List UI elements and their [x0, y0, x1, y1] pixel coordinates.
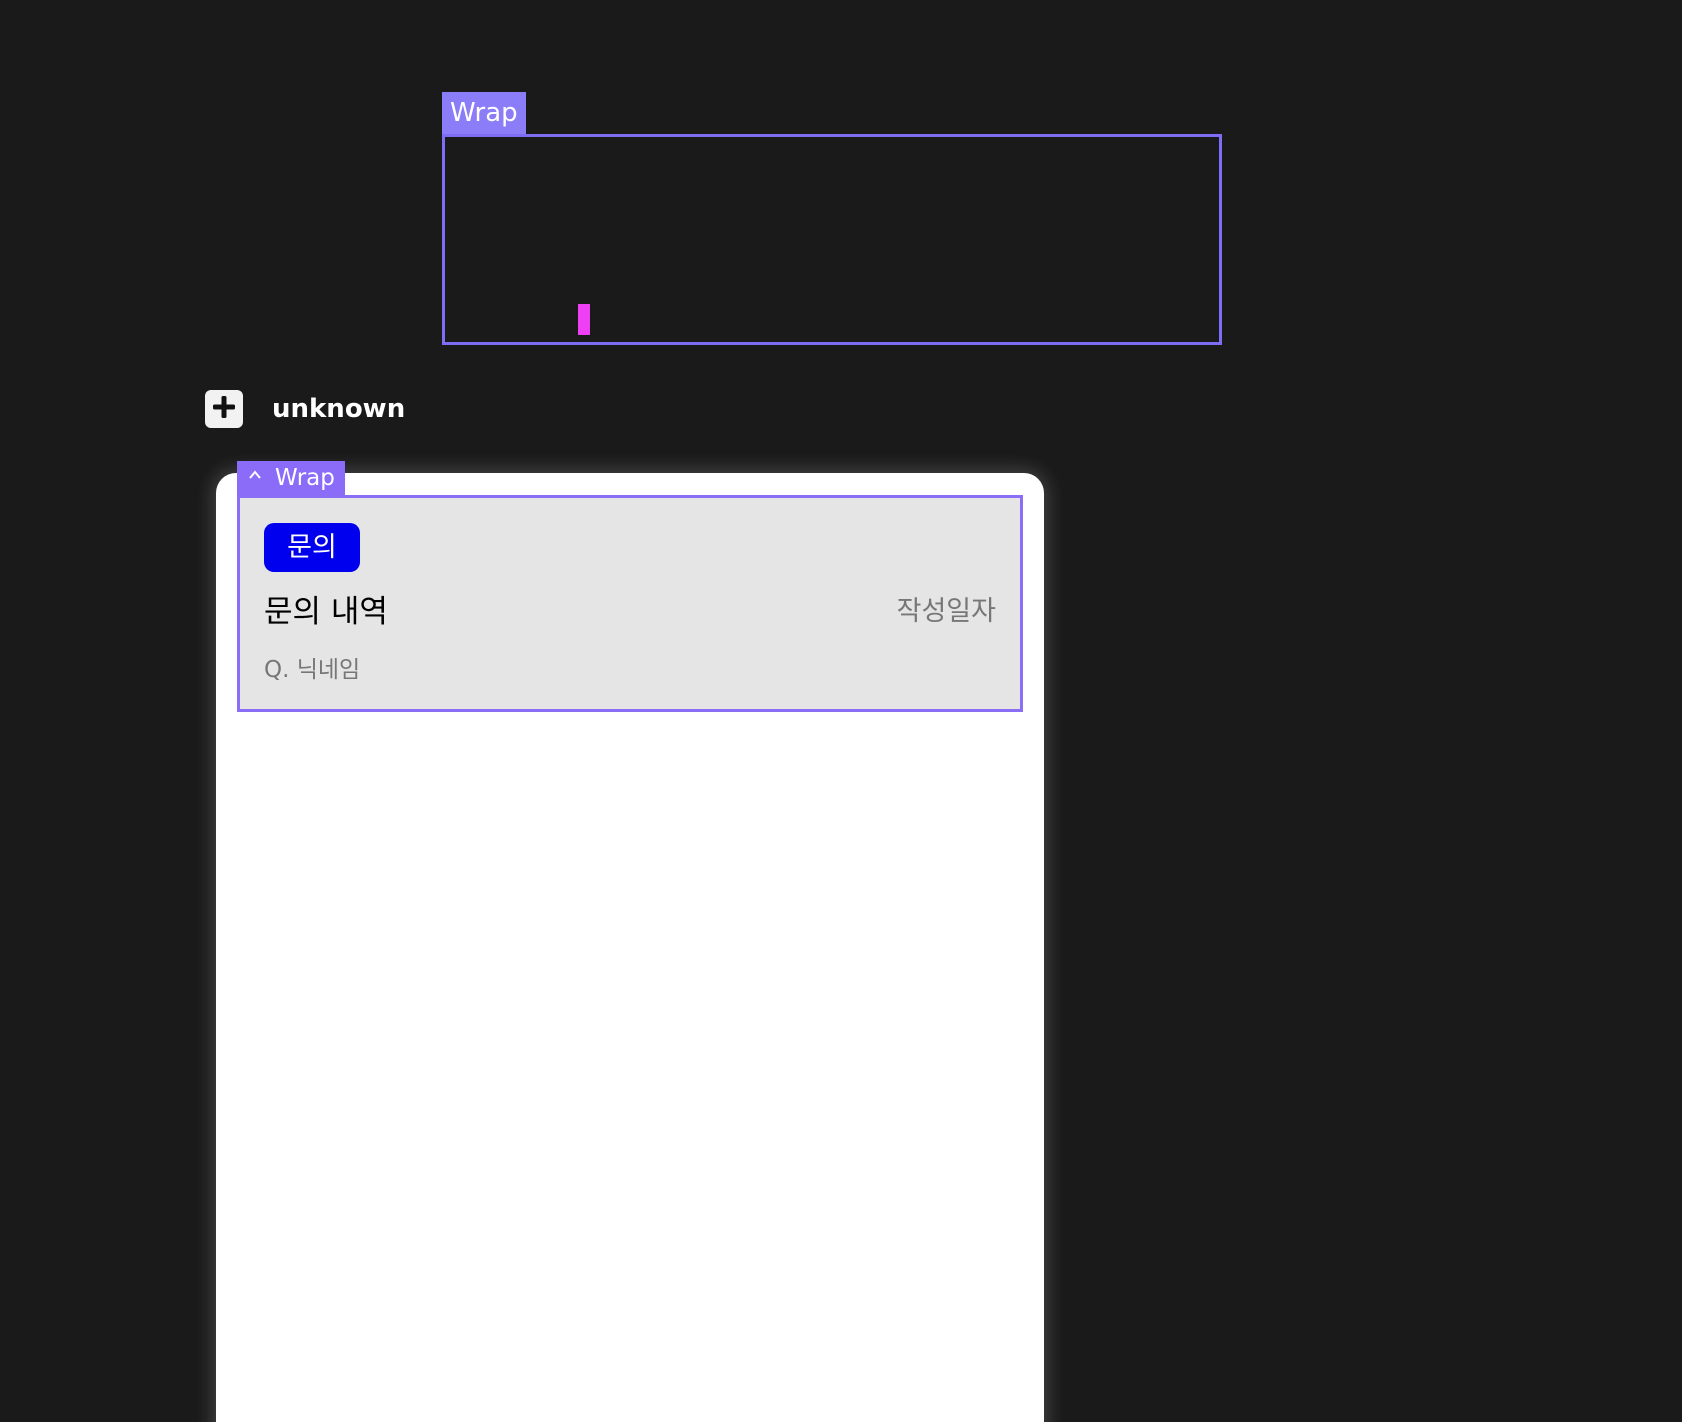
inquiry-date: 작성일자: [896, 596, 996, 627]
chevron-up-icon[interactable]: [247, 461, 263, 495]
layer-name: unknown: [272, 394, 406, 424]
category-badge: 문의: [264, 523, 360, 572]
inquiry-title: 문의 내역: [264, 594, 388, 630]
selected-frame[interactable]: [442, 134, 1222, 345]
add-button[interactable]: [205, 390, 243, 428]
inquiry-card[interactable]: 문의 문의 내역 작성일자 Q. 닉네임: [237, 495, 1023, 712]
frame-tag[interactable]: Wrap: [442, 92, 526, 134]
component-tag[interactable]: Wrap: [237, 461, 345, 495]
text-cursor-marker: [578, 304, 590, 335]
plus-icon: [211, 394, 237, 424]
inquiry-nickname: Q. 닉네임: [264, 657, 361, 683]
component-tag-label: Wrap: [275, 465, 335, 491]
